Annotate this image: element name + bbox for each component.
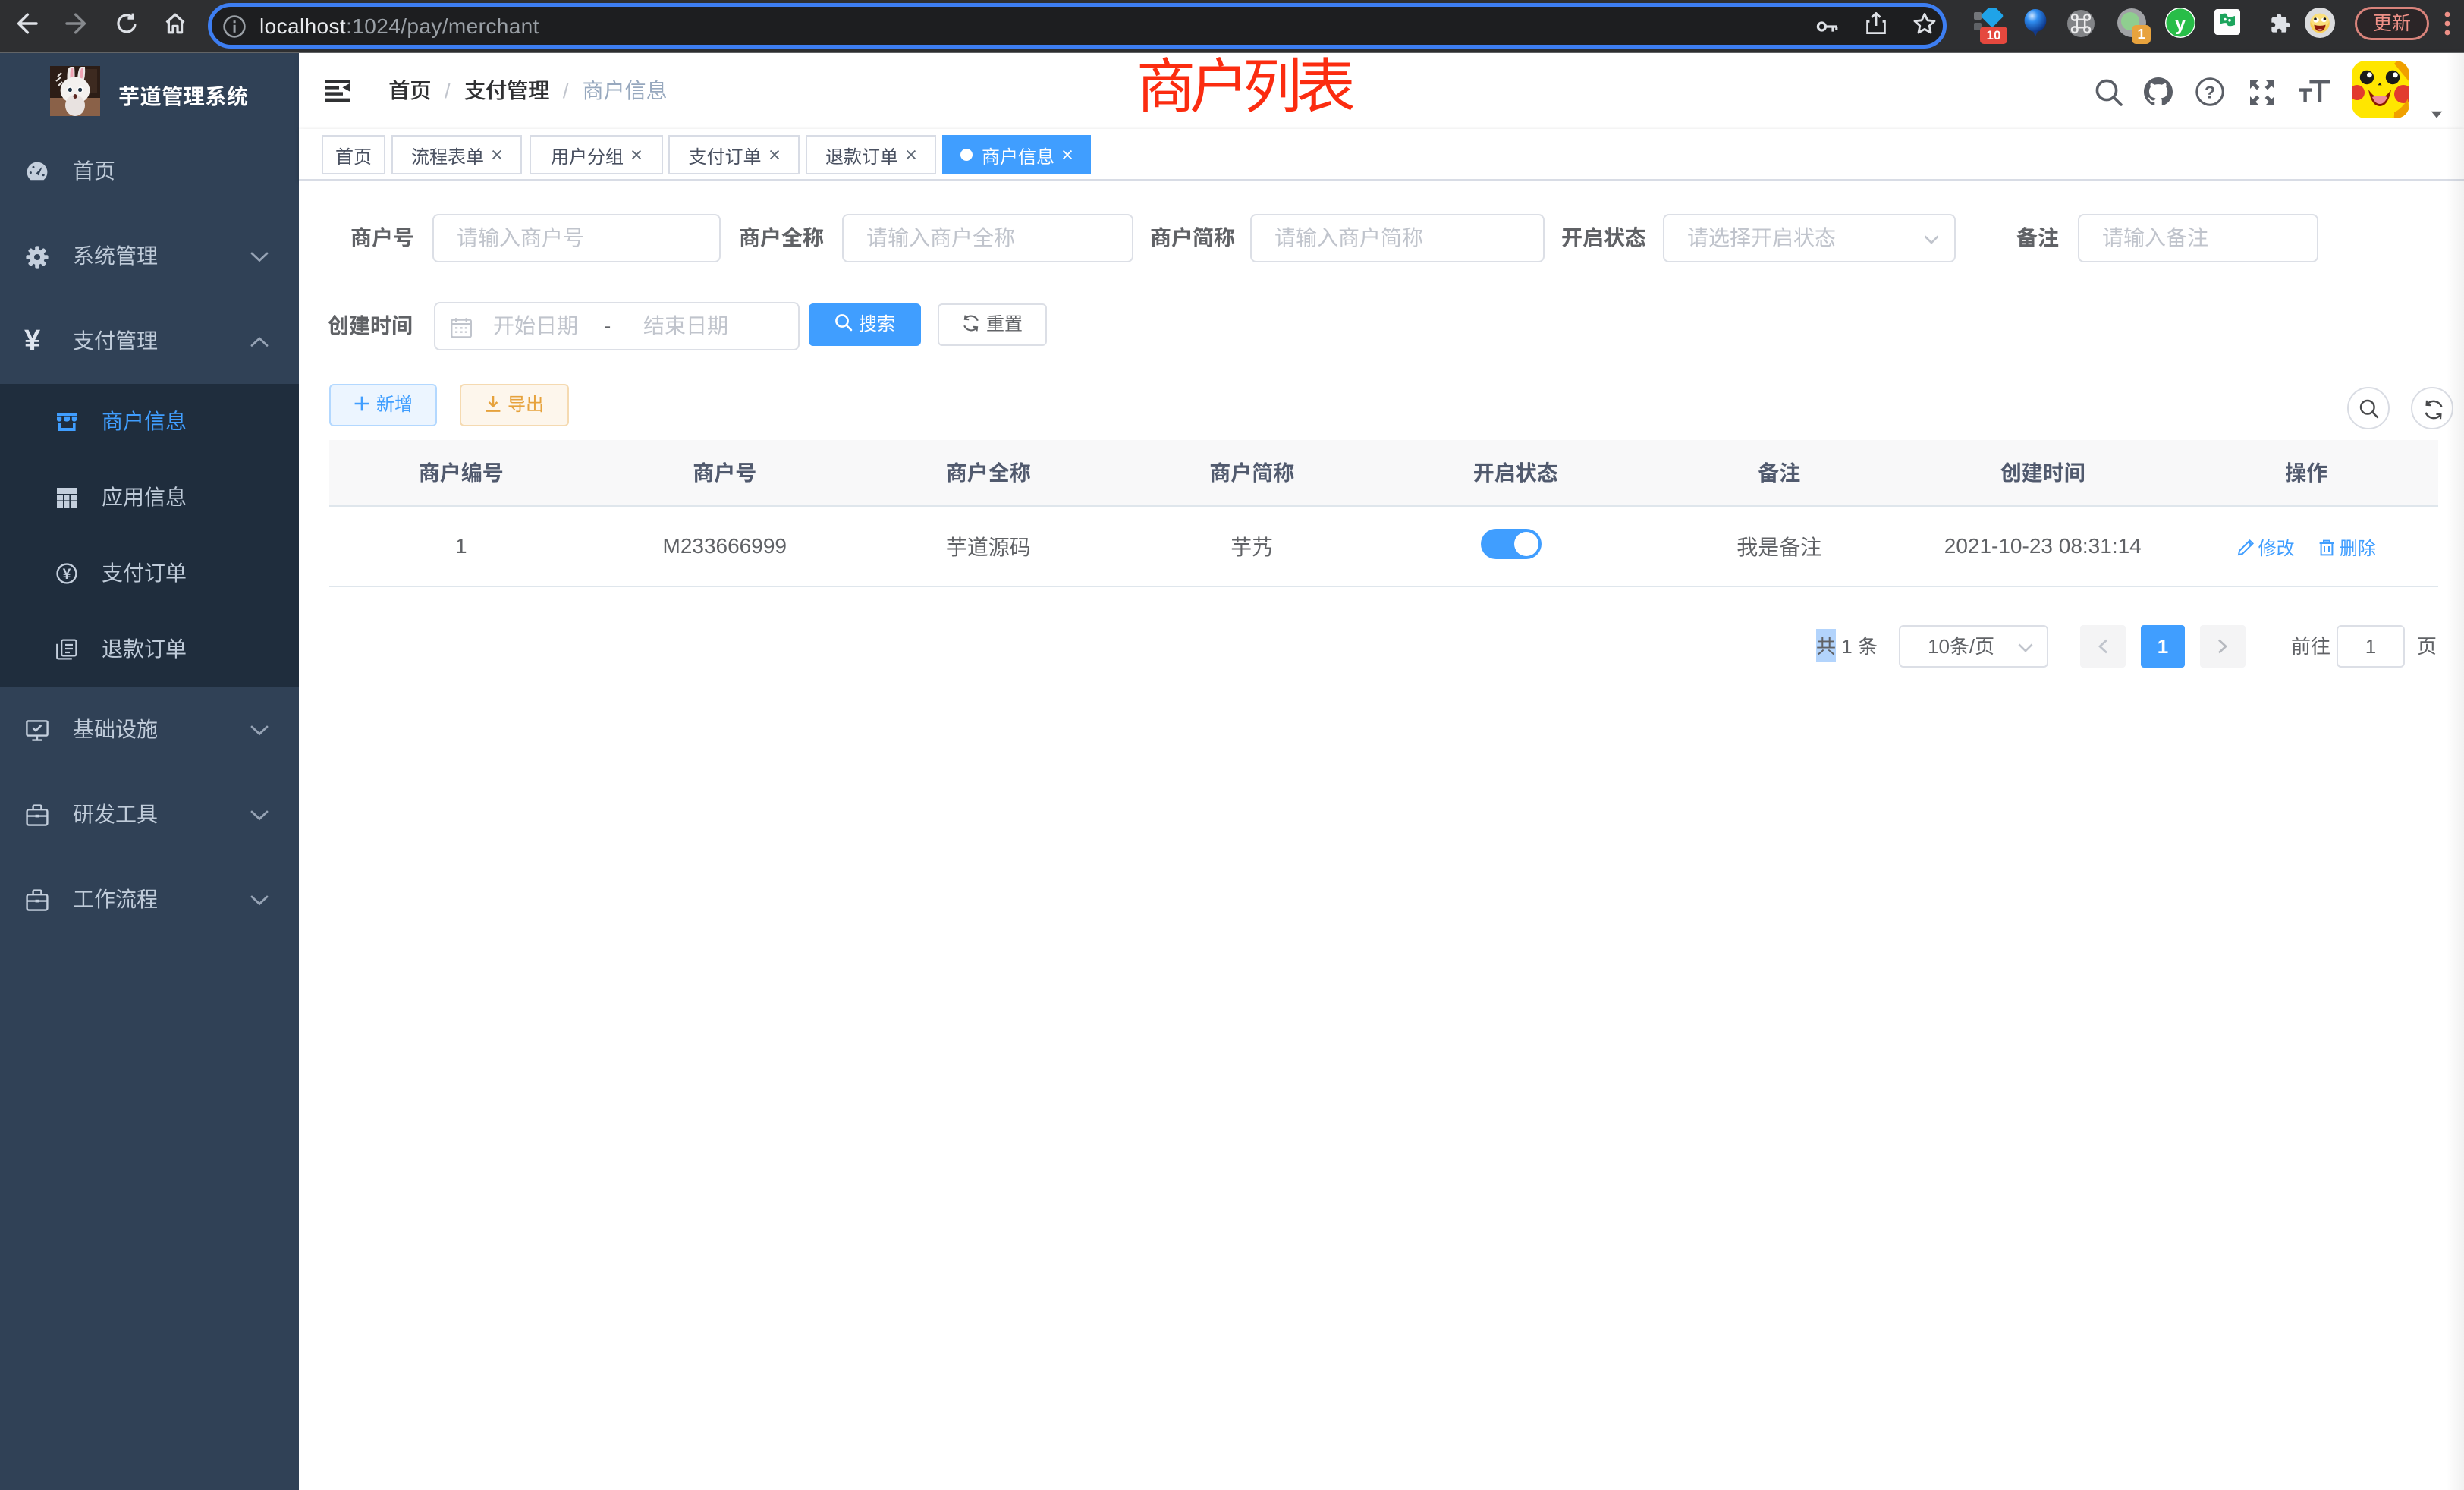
svg-text:¥: ¥ (63, 567, 71, 583)
svg-text:y: y (2175, 12, 2186, 35)
svg-text:?: ? (2205, 83, 2215, 102)
